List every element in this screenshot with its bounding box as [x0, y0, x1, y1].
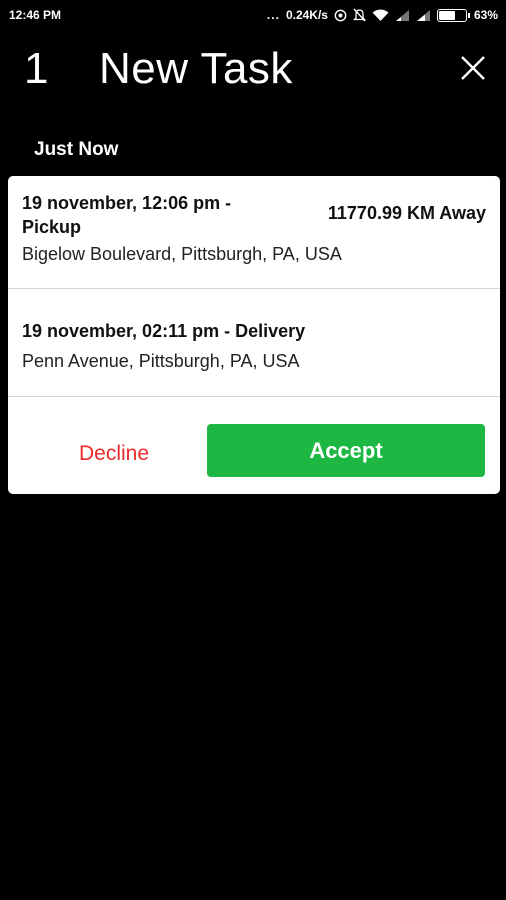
- pickup-title: 19 november, 12:06 pm - Pickup: [22, 193, 232, 237]
- data-saver-icon: [334, 9, 347, 22]
- battery-level-fill: [438, 10, 456, 20]
- wifi-icon: [372, 9, 389, 22]
- distance-label: 11770.99 KM Away: [327, 203, 486, 223]
- header: 1 New Task: [0, 40, 506, 104]
- status-time: 12:46 PM: [9, 8, 62, 22]
- delivery-address: Penn Avenue, Pittsburgh, PA, USA: [22, 351, 300, 371]
- status-indicators: ... 0.24K/s 63%: [267, 8, 498, 22]
- close-button[interactable]: [455, 50, 491, 86]
- task-card: 19 november, 12:06 pm - Pickup 11770.99 …: [8, 176, 500, 494]
- battery-percent: 63%: [473, 8, 498, 22]
- task-count: 1: [24, 44, 49, 93]
- notification-dots: ...: [266, 8, 280, 22]
- network-speed: 0.24K/s: [285, 8, 328, 22]
- delivery-title: 19 november, 02:11 pm - Delivery: [22, 321, 306, 341]
- delivery-section: 19 november, 02:11 pm - Delivery Penn Av…: [8, 289, 500, 397]
- battery-icon: [436, 8, 470, 22]
- task-time-label: Just Now: [34, 139, 119, 160]
- status-bar: 12:46 PM ... 0.24K/s 63%: [0, 0, 506, 30]
- signal-icon-2: [416, 9, 431, 22]
- battery-indicator: 63%: [436, 8, 498, 22]
- mute-icon: [352, 8, 366, 22]
- close-icon: [461, 56, 485, 80]
- page-title: New Task: [99, 44, 293, 93]
- signal-icon-1: [395, 9, 410, 22]
- task-actions: Decline Accept: [8, 398, 500, 494]
- accept-button[interactable]: Accept: [207, 424, 485, 477]
- pickup-address: Bigelow Boulevard, Pittsburgh, PA, USA: [22, 244, 342, 264]
- new-task-screen: 12:46 PM ... 0.24K/s 63% 1 New Task Just…: [0, 0, 506, 900]
- decline-button[interactable]: Decline: [48, 436, 180, 472]
- pickup-section: 19 november, 12:06 pm - Pickup 11770.99 …: [8, 176, 500, 289]
